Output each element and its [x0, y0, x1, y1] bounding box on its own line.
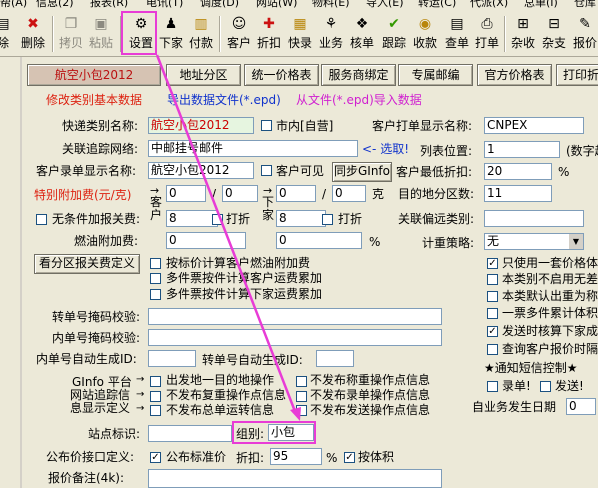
annotation-arrow [155, 54, 301, 421]
